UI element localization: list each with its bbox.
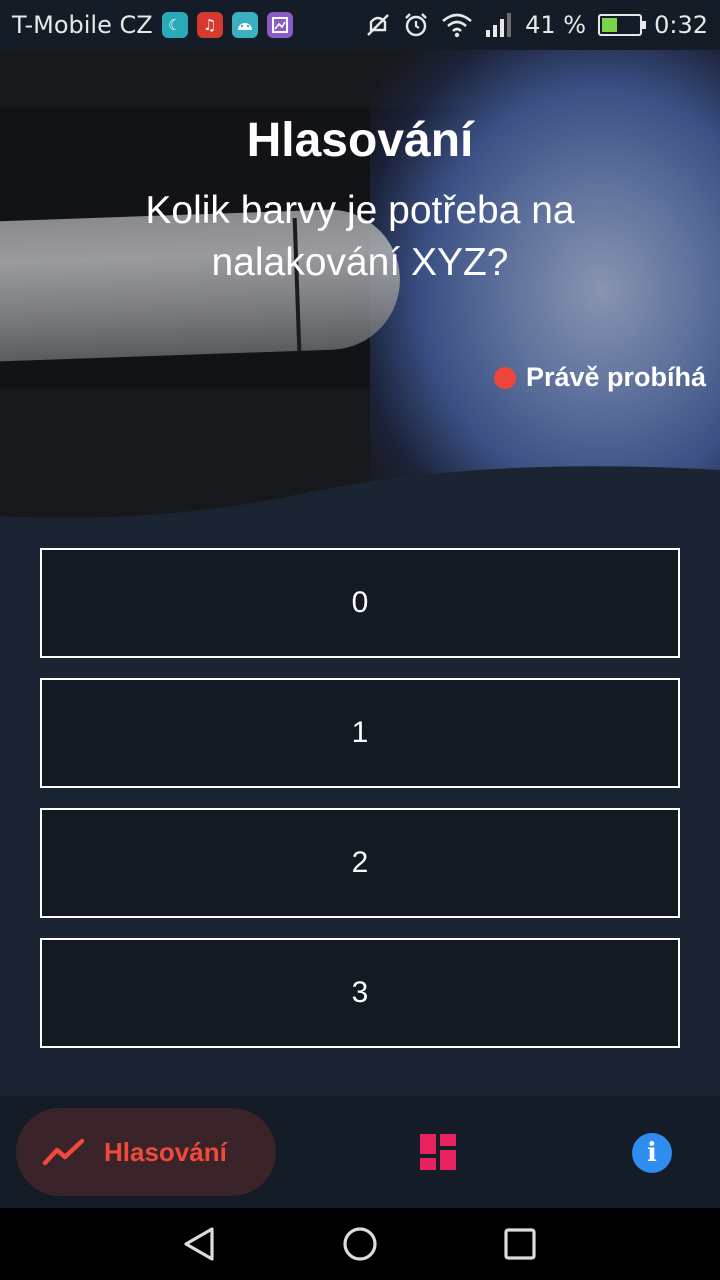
page-title: Hlasování <box>246 114 474 167</box>
option-button-1[interactable]: 1 <box>40 678 680 788</box>
option-button-0[interactable]: 0 <box>40 548 680 658</box>
hero-wave <box>0 466 720 520</box>
dashboard-icon[interactable] <box>420 1134 456 1170</box>
home-icon[interactable] <box>342 1226 378 1262</box>
trend-icon <box>42 1138 85 1166</box>
carrier-name: T-Mobile CZ <box>12 11 153 39</box>
live-status: Právě probíhá <box>493 362 706 393</box>
alarm-icon <box>405 13 427 37</box>
mute-icon <box>367 14 389 36</box>
info-icon[interactable]: i <box>632 1133 672 1173</box>
gallery-notification-icon <box>266 12 293 38</box>
android-notification-icon <box>231 12 258 38</box>
recents-icon[interactable] <box>504 1228 536 1260</box>
battery-percent: 41 % <box>525 11 587 39</box>
option-button-2[interactable]: 2 <box>40 808 680 918</box>
option-button-3[interactable]: 3 <box>40 938 680 1048</box>
moon-notification-icon: ☾ <box>161 12 188 38</box>
nav-item-voting-label: Hlasování <box>104 1136 227 1167</box>
back-icon[interactable] <box>182 1226 218 1262</box>
system-navigation-bar <box>0 1208 720 1280</box>
signal-icon <box>486 13 512 37</box>
live-status-label: Právě probíhá <box>525 362 706 392</box>
bottom-navigation: Hlasování i <box>0 1096 720 1208</box>
battery-icon <box>598 14 647 36</box>
wifi-icon <box>442 13 472 38</box>
music-notification-icon: ♫ <box>196 12 223 38</box>
poll-question: Kolik barvy je potřeba na nalakování XYZ… <box>145 189 575 284</box>
live-dot-icon <box>493 366 516 389</box>
status-icons: 41 % 0:32 <box>365 11 708 39</box>
nav-item-voting[interactable]: Hlasování <box>16 1108 276 1196</box>
clock: 0:32 <box>654 11 708 39</box>
status-bar: T-Mobile CZ ☾ ♫ 41 % 0:32 <box>0 0 720 50</box>
